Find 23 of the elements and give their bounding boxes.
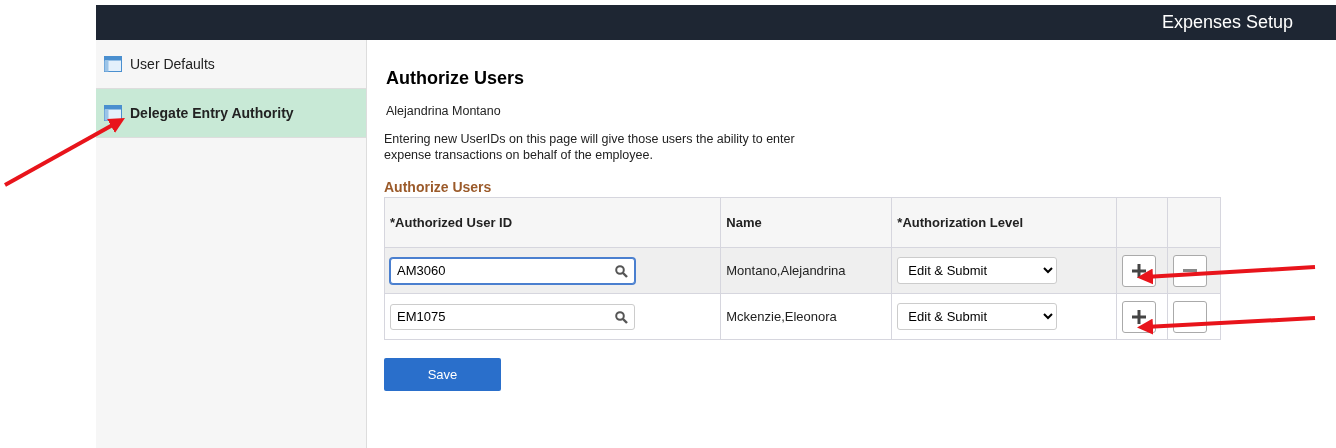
- column-header: *Authorization Level: [891, 197, 1117, 248]
- search-icon[interactable]: [615, 264, 628, 278]
- user-id-field[interactable]: EM1075: [390, 303, 635, 330]
- employee-name: Alejandrina Montano: [386, 104, 502, 118]
- plus-icon: [1132, 309, 1146, 324]
- user-id-field[interactable]: AM3060: [390, 257, 635, 284]
- description-text: Entering new UserIDs on this page will give those users the ability to enter expense transactions on behalf of the employee.: [384, 131, 796, 163]
- sidebar-item[interactable]: Delegate Entry Authority: [96, 89, 366, 138]
- table-cell: Mckenzie,Eleonora: [720, 293, 892, 340]
- plus-icon: [1132, 263, 1146, 278]
- search-icon[interactable]: [615, 310, 628, 324]
- page-title: Authorize Users: [386, 68, 526, 89]
- app-title: Expenses Setup: [1161, 12, 1293, 33]
- save-button[interactable]: Save: [384, 358, 501, 391]
- column-header: *Authorized User ID: [384, 197, 721, 248]
- table-icon: [104, 105, 122, 121]
- table-icon: [104, 56, 122, 72]
- minus-icon: [1183, 269, 1197, 272]
- authorization-level-dropdown[interactable]: Edit & Submit: [897, 257, 1058, 284]
- section-title: Authorize Users: [384, 179, 493, 195]
- table-cell: Montano,Alejandrina: [720, 247, 892, 294]
- authorization-level-dropdown[interactable]: Edit & Submit: [897, 303, 1058, 330]
- column-header: Name: [720, 197, 892, 248]
